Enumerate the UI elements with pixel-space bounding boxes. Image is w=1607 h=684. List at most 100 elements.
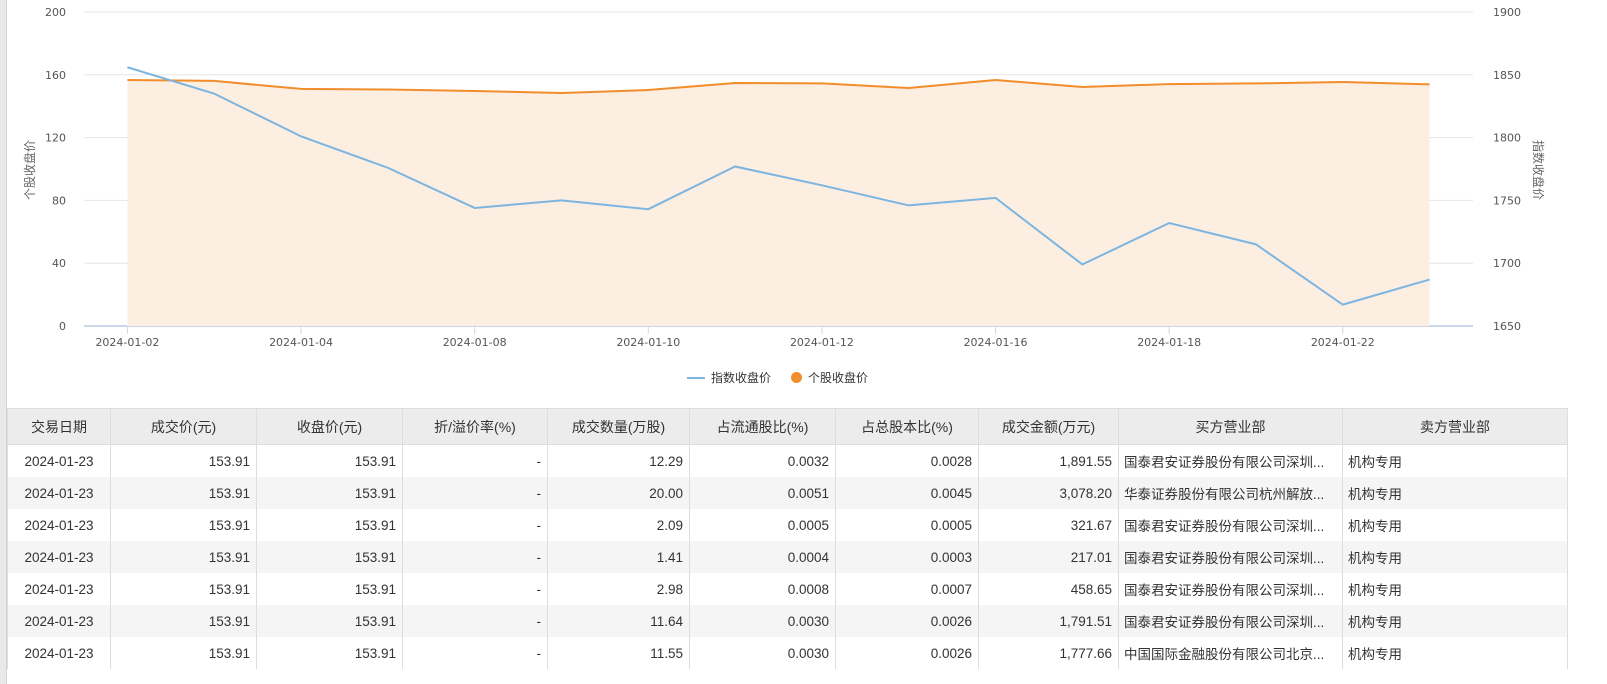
table-cell: 0.0030 (689, 605, 836, 637)
table-cell: 机构专用 (1342, 541, 1568, 573)
table-cell: 机构专用 (1342, 605, 1568, 637)
legend: 指数收盘价 个股收盘价 (687, 369, 868, 386)
table-row: 2024-01-23 153.91 153.91-1.41 0.0004 0.0003 2… (7, 541, 1568, 573)
table-cell: 2024-01-23 (7, 444, 111, 477)
table-cell: 153.91 (256, 573, 403, 605)
table-row: 2024-01-23 153.91 153.91-2.09 0.0005 0.0005 3… (7, 509, 1568, 541)
table-row: 2024-01-23 153.91 153.91-12.29 0.0032 0.0028… (7, 444, 1568, 477)
column-header[interactable]: 成交数量(万股) (547, 408, 690, 445)
table-cell: 2024-01-23 (7, 637, 111, 669)
left-tick-label: 160 (45, 69, 66, 82)
table-cell: - (402, 477, 548, 509)
table-cell: 国泰君安证券股份有限公司深圳... (1118, 444, 1343, 477)
table-cell: 0.0045 (835, 477, 979, 509)
table-cell: 321.67 (978, 509, 1119, 541)
table-cell: 2024-01-23 (7, 541, 111, 573)
table-cell: 153.91 (256, 444, 403, 477)
column-header[interactable]: 买方营业部 (1118, 408, 1343, 445)
column-header[interactable]: 收盘价(元) (256, 408, 403, 445)
table-cell: 华泰证券股份有限公司杭州解放... (1118, 477, 1343, 509)
table-cell: 1,777.66 (978, 637, 1119, 669)
table-cell: 153.91 (110, 509, 257, 541)
table-row: 2024-01-23 153.91 153.91-11.55 0.0030 0.0026… (7, 637, 1568, 669)
table-cell: 11.64 (547, 605, 690, 637)
table-cell: 0.0003 (835, 541, 979, 573)
table-cell: 153.91 (110, 541, 257, 573)
table-cell: 0.0028 (835, 444, 979, 477)
table-cell: 中国国际金融股份有限公司北京... (1118, 637, 1343, 669)
column-header[interactable]: 折/溢价率(%) (402, 408, 548, 445)
table-cell: - (402, 605, 548, 637)
x-tick-label: 2024-01-10 (616, 336, 680, 349)
table-cell: 机构专用 (1342, 573, 1568, 605)
right-axis-title: 指数收盘价 (1531, 140, 1546, 200)
right-tick-label: 1650 (1493, 320, 1521, 333)
table-cell: 153.91 (256, 509, 403, 541)
stock-area (127, 79, 1430, 326)
table-row: 2024-01-23 153.91 153.91-20.00 0.0051 0.0045… (7, 477, 1568, 509)
table-cell: 0.0026 (835, 605, 979, 637)
table-cell: 机构专用 (1342, 444, 1568, 477)
block-trade-table: 交易日期 成交价(元) 收盘价(元) 折/溢价率(%) 成交数量(万股) 占流通股比(%)… (7, 408, 1568, 669)
table-cell: 0.0008 (689, 573, 836, 605)
table-cell: 153.91 (256, 541, 403, 573)
column-header[interactable]: 占总股本比(%) (835, 408, 979, 445)
table-cell: 机构专用 (1342, 477, 1568, 509)
table-cell: - (402, 509, 548, 541)
table-row: 2024-01-23 153.91 153.91-2.98 0.0008 0.0007 4… (7, 573, 1568, 605)
column-header[interactable]: 卖方营业部 (1342, 408, 1568, 445)
x-tick-label: 2024-01-22 (1311, 336, 1375, 349)
column-header[interactable]: 交易日期 (7, 408, 111, 445)
x-tick-label: 2024-01-08 (443, 336, 507, 349)
table-cell: 0.0032 (689, 444, 836, 477)
right-tick-label: 1900 (1493, 6, 1521, 19)
column-header[interactable]: 占流通股比(%) (689, 408, 836, 445)
table-cell: 0.0004 (689, 541, 836, 573)
table-cell: 12.29 (547, 444, 690, 477)
table-cell: 0.0026 (835, 637, 979, 669)
left-axis-title: 个股收盘价 (22, 140, 37, 200)
dot-icon (791, 372, 803, 383)
right-tick-label: 1750 (1493, 194, 1521, 207)
right-tick-label: 1850 (1493, 69, 1521, 82)
column-header[interactable]: 成交价(元) (110, 408, 257, 445)
table-cell: 153.91 (256, 605, 403, 637)
table-cell: 1.41 (547, 541, 690, 573)
left-tick-label: 0 (59, 320, 66, 333)
table-cell: 153.91 (110, 573, 257, 605)
table-cell: 2024-01-23 (7, 605, 111, 637)
table-cell: 2024-01-23 (7, 477, 111, 509)
left-border (0, 0, 7, 684)
table-cell: - (402, 444, 548, 477)
table-cell: 217.01 (978, 541, 1119, 573)
table-cell: 0.0005 (835, 509, 979, 541)
table-cell: 11.55 (547, 637, 690, 669)
table-cell: 0.0030 (689, 637, 836, 669)
table-cell: 国泰君安证券股份有限公司深圳... (1118, 605, 1343, 637)
table-cell: 0.0005 (689, 509, 836, 541)
table-cell: 机构专用 (1342, 637, 1568, 669)
x-tick-label: 2024-01-02 (95, 336, 159, 349)
left-tick-label: 120 (45, 132, 66, 145)
table-cell: 153.91 (110, 605, 257, 637)
table-cell: - (402, 637, 548, 669)
table-cell: 20.00 (547, 477, 690, 509)
right-tick-label: 1800 (1493, 132, 1521, 145)
table-cell: 机构专用 (1342, 509, 1568, 541)
table-row: 2024-01-23 153.91 153.91-11.64 0.0030 0.0026… (7, 605, 1568, 637)
table-cell: 2024-01-23 (7, 509, 111, 541)
table-cell: 153.91 (110, 637, 257, 669)
legend-item-stock[interactable]: 个股收盘价 (791, 369, 868, 386)
right-tick-label: 1700 (1493, 257, 1521, 270)
x-tick-label: 2024-01-18 (1137, 336, 1201, 349)
price-chart: 0 1650 40 1700 80 1750 120 1800 160 1850 200 1900 个股… (7, 0, 1607, 400)
legend-item-index[interactable]: 指数收盘价 (687, 369, 771, 386)
table-cell: 3,078.20 (978, 477, 1119, 509)
chart-svg: 0 1650 40 1700 80 1750 120 1800 160 1850 200 1900 个股… (22, 6, 1546, 349)
table-cell: 国泰君安证券股份有限公司深圳... (1118, 573, 1343, 605)
column-header[interactable]: 成交金额(万元) (978, 408, 1119, 445)
table-cell: - (402, 541, 548, 573)
table-cell: 2.09 (547, 509, 690, 541)
table-cell: 153.91 (256, 637, 403, 669)
table-cell: 国泰君安证券股份有限公司深圳... (1118, 509, 1343, 541)
